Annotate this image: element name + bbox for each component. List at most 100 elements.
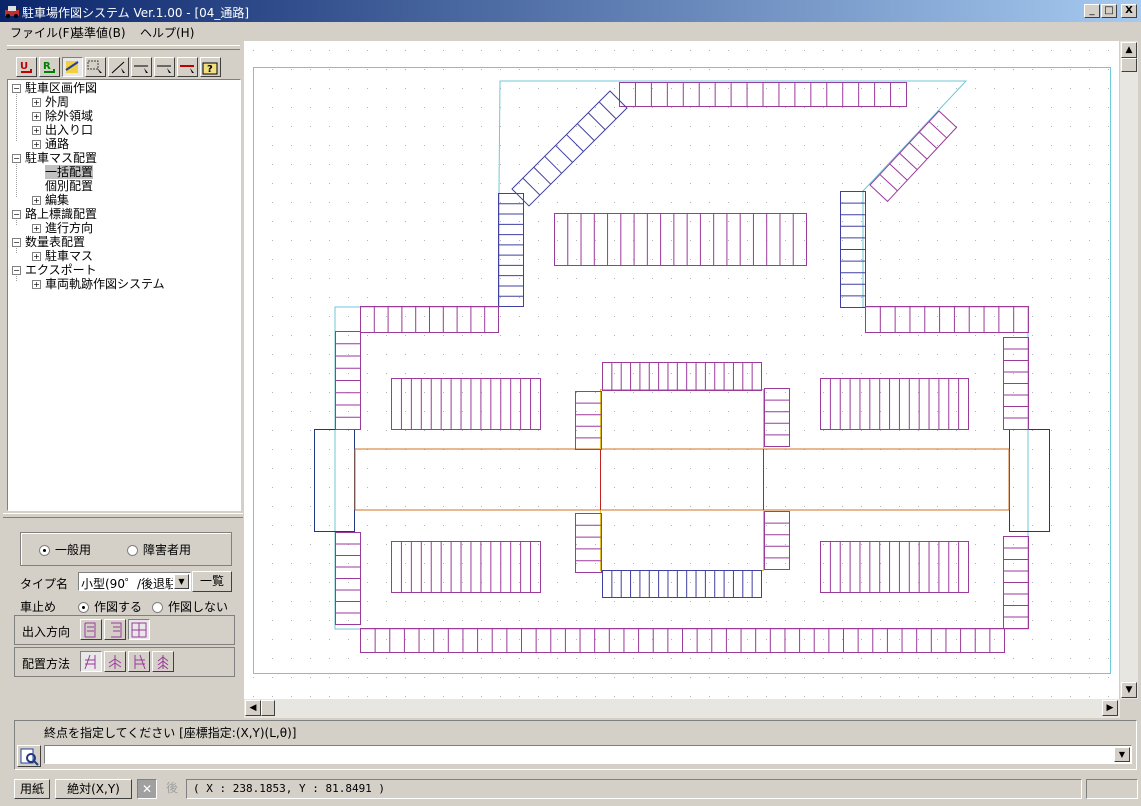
cancel-icon[interactable]: ✕ xyxy=(137,779,157,799)
tree-item-aisle[interactable]: + 通路 xyxy=(32,137,69,151)
tree-item-stall-count[interactable]: + 駐車マス xyxy=(32,249,93,263)
scroll-right-icon[interactable]: ▶ xyxy=(1102,700,1118,716)
menu-bar: ファイル(F) 基準値(B) ヘルプ(H) xyxy=(0,22,1141,41)
undo-icon[interactable]: U xyxy=(16,57,37,77)
vertical-scroll-thumb[interactable] xyxy=(1121,58,1137,72)
coordinate-value: ( X : 238.1853, Y : 81.8491 ) xyxy=(193,782,386,795)
dim-icon[interactable] xyxy=(131,57,152,77)
redo-icon[interactable]: R xyxy=(39,57,60,77)
expand-icon[interactable]: + xyxy=(32,280,41,289)
tree-item-perimeter[interactable]: + 外周 xyxy=(32,95,69,109)
tree-item-label: 一括配置 xyxy=(45,165,94,179)
expand-icon[interactable]: + xyxy=(32,196,41,205)
menu-base-values[interactable]: 基準値(B) xyxy=(72,24,126,41)
dropdown-arrow-icon[interactable]: ▼ xyxy=(174,574,189,589)
help-icon[interactable]: ? xyxy=(200,57,221,77)
status-bar: 用紙 絶対(X,Y) ✕ 後 ( X : 238.1853, Y : 81.84… xyxy=(0,774,1141,804)
paper-button[interactable]: 用紙 xyxy=(14,779,50,799)
tree-item-bulk[interactable]: 一括配置 xyxy=(45,165,94,179)
method-label: 配置方法 xyxy=(22,657,71,671)
vertical-scrollbar[interactable]: ▲ ▼ xyxy=(1120,41,1138,699)
line-icon[interactable] xyxy=(108,57,129,77)
tree-item-label: 路上標識配置 xyxy=(25,207,98,221)
expand-icon[interactable]: + xyxy=(32,252,41,261)
toolbar-grip xyxy=(7,45,240,50)
tree-item-stall-placement[interactable]: − 駐車マス配置 xyxy=(12,151,97,165)
type-select[interactable]: 小型(90゜/後退駐 ▼ xyxy=(78,572,191,591)
stopper-nodraw-radio[interactable]: 作図しない xyxy=(152,598,228,615)
window-title: 駐車場作図システム Ver.1.00 - [04_通路] xyxy=(22,6,250,20)
method-angled-right-icon[interactable] xyxy=(80,651,102,672)
tree-item-direction[interactable]: + 進行方向 xyxy=(32,221,93,235)
usage-disabled-radio[interactable]: 障害者用 xyxy=(127,541,191,558)
tree-item-parking-area[interactable]: − 駐車区画作図 xyxy=(12,81,97,95)
drawing-canvas[interactable] xyxy=(244,41,1119,699)
tree-item-label: 車両軌跡作図システム xyxy=(45,277,165,291)
radio-checked-icon xyxy=(78,602,89,613)
draw-icon[interactable] xyxy=(62,57,83,77)
tree-item-label: 駐車マス xyxy=(45,249,94,263)
tree-item-label: 進行方向 xyxy=(45,221,94,235)
menu-help[interactable]: ヘルプ(H) xyxy=(140,24,194,41)
scroll-up-icon[interactable]: ▲ xyxy=(1121,42,1137,58)
collapse-icon[interactable]: − xyxy=(12,84,21,93)
horizontal-scroll-thumb[interactable] xyxy=(261,700,275,716)
expand-icon[interactable]: + xyxy=(32,98,41,107)
tree-item-road-signs[interactable]: − 路上標識配置 xyxy=(12,207,97,221)
tree-item-label: 編集 xyxy=(45,193,70,207)
direction-both-icon[interactable] xyxy=(128,619,150,640)
command-input[interactable]: ▼ xyxy=(44,745,1132,764)
direction-back-icon[interactable] xyxy=(104,619,126,640)
stopper-label: 車止め xyxy=(20,600,57,614)
dim2-icon[interactable] xyxy=(154,57,175,77)
tree-item-export[interactable]: − エクスポート xyxy=(12,263,97,277)
maximize-button[interactable]: □ xyxy=(1101,4,1117,18)
toolbar: U R ? xyxy=(10,55,240,79)
scroll-down-icon[interactable]: ▼ xyxy=(1121,682,1137,698)
command-area: 終点を指定してください [座標指定:(X,Y)(L,θ)] ▼ xyxy=(0,718,1141,772)
radio-unchecked-icon xyxy=(127,545,138,556)
scroll-left-icon[interactable]: ◀ xyxy=(245,700,261,716)
collapse-icon[interactable]: − xyxy=(12,238,21,247)
collapse-icon[interactable]: − xyxy=(12,266,21,275)
expand-icon[interactable]: + xyxy=(32,126,41,135)
dim3-icon[interactable] xyxy=(177,57,198,77)
minimize-button[interactable]: _ xyxy=(1084,4,1100,18)
list-button[interactable]: 一覧 xyxy=(192,571,232,592)
method-angled-left-icon[interactable] xyxy=(128,651,150,672)
radio-checked-icon xyxy=(39,545,50,556)
command-history-icon[interactable] xyxy=(17,745,41,767)
stopper-draw-radio[interactable]: 作図する xyxy=(78,598,142,615)
tree-item-label: 駐車マス配置 xyxy=(25,151,98,165)
select-icon[interactable] xyxy=(85,57,106,77)
method-herringbone-icon[interactable] xyxy=(104,651,126,672)
placement-panel: 一般用 障害者用 タイプ名 小型(90゜/後退駐 ▼ 一覧 車止め 作図する 作… xyxy=(7,518,241,718)
direction-front-icon[interactable] xyxy=(80,619,102,640)
horizontal-scrollbar[interactable]: ◀ ▶ xyxy=(244,699,1120,718)
usage-general-radio[interactable]: 一般用 xyxy=(39,541,91,558)
method-fishbone-icon[interactable] xyxy=(152,651,174,672)
parking-drawing[interactable] xyxy=(244,41,1119,699)
back-button[interactable]: 後 xyxy=(162,779,182,799)
tree-item-edit[interactable]: + 編集 xyxy=(32,193,69,207)
collapse-icon[interactable]: − xyxy=(12,154,21,163)
tree-item-label: 数量表配置 xyxy=(25,235,86,249)
expand-icon[interactable]: + xyxy=(32,140,41,149)
tree-item-label: 通路 xyxy=(45,137,70,151)
collapse-icon[interactable]: − xyxy=(12,210,21,219)
svg-text:U: U xyxy=(20,61,28,72)
tree-item-vehicle-track[interactable]: + 車両軌跡作図システム xyxy=(32,277,165,291)
tree-item-exclusion[interactable]: + 除外領域 xyxy=(32,109,93,123)
expand-icon[interactable]: + xyxy=(32,224,41,233)
expand-icon[interactable]: + xyxy=(32,112,41,121)
tree-item-quantity-table[interactable]: − 数量表配置 xyxy=(12,235,85,249)
command-dropdown-icon[interactable]: ▼ xyxy=(1114,747,1130,762)
close-button[interactable]: X xyxy=(1121,4,1137,18)
status-panel-extra xyxy=(1086,779,1138,799)
menu-file[interactable]: ファイル(F) xyxy=(10,24,74,41)
tree-item-entrance[interactable]: + 出入り口 xyxy=(32,123,93,137)
usage-disabled-label: 障害者用 xyxy=(143,543,192,557)
absolute-coords-button[interactable]: 絶対(X,Y) xyxy=(55,779,132,799)
usage-general-label: 一般用 xyxy=(55,543,92,557)
tree-item-individual[interactable]: 個別配置 xyxy=(45,179,93,193)
